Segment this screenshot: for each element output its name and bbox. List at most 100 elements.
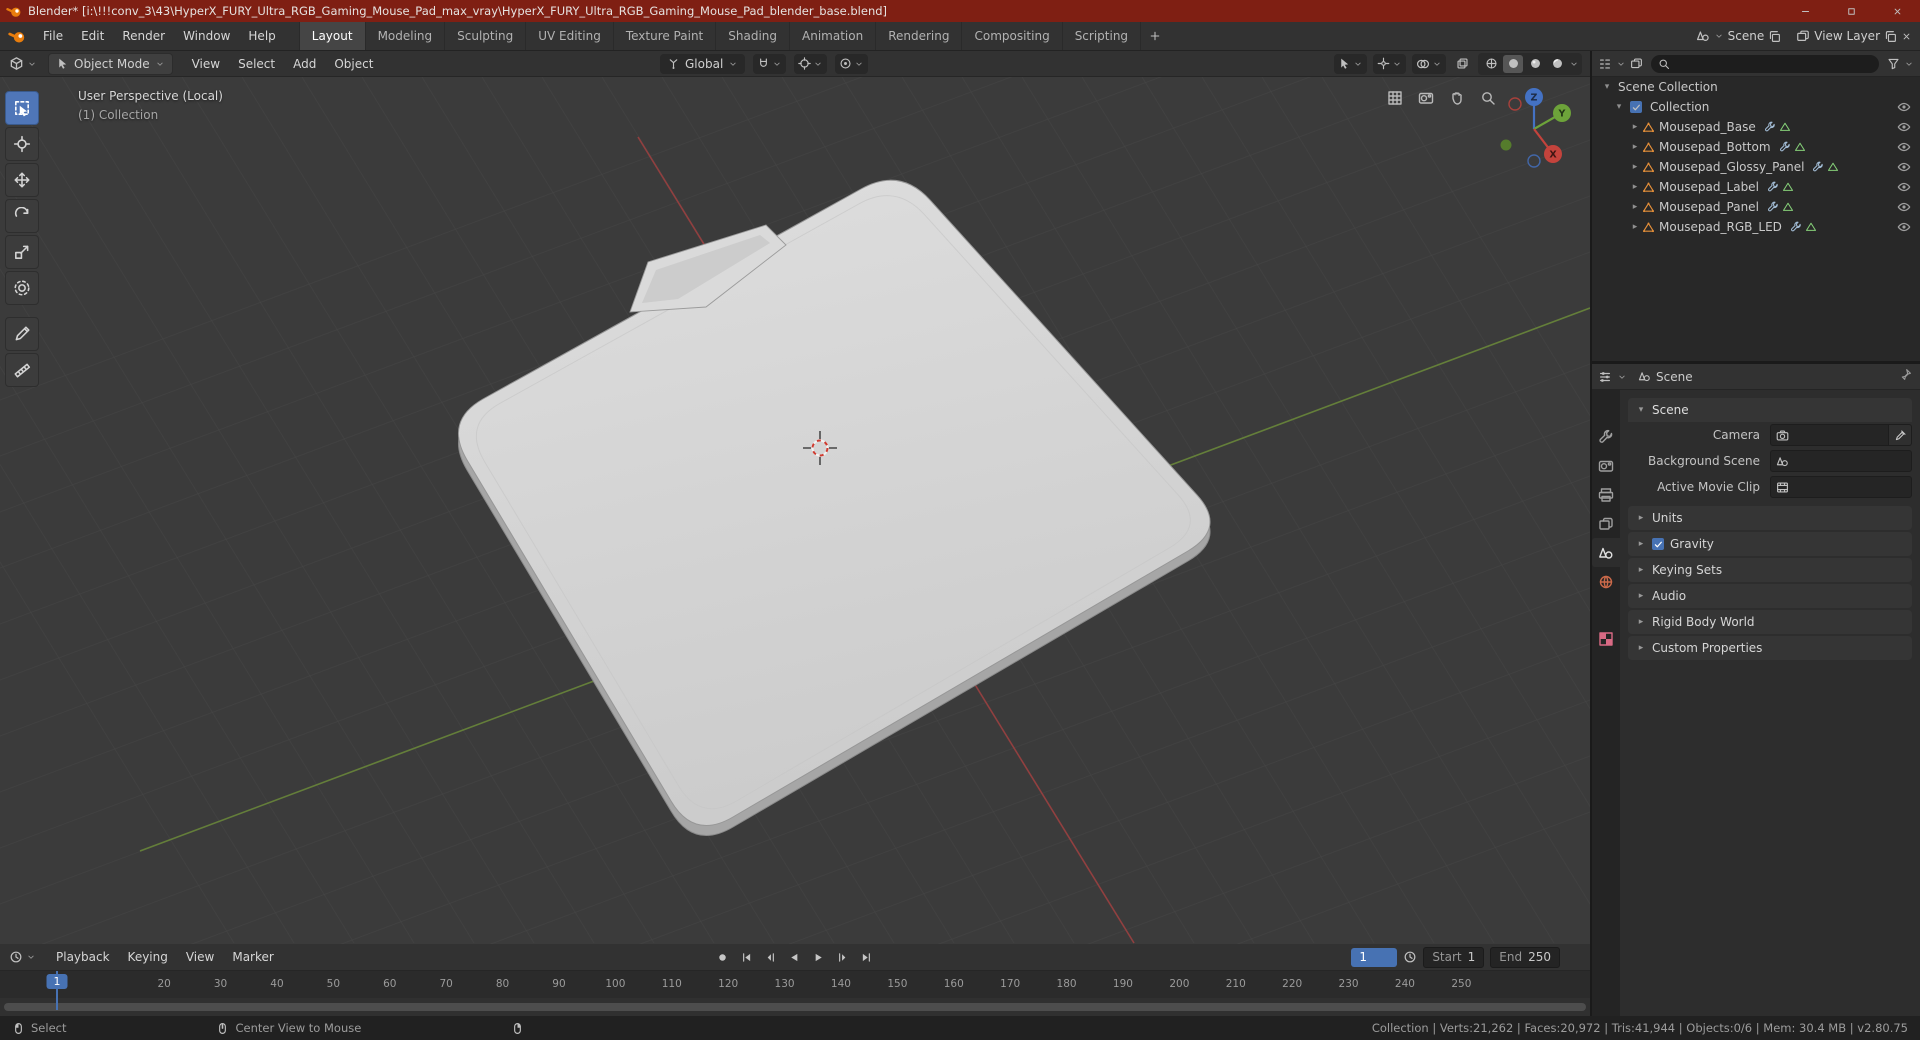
new-scene-icon[interactable] (1768, 30, 1781, 43)
viewport-menu-object[interactable]: Object (325, 52, 382, 76)
gravity-checkbox[interactable] (1652, 538, 1664, 550)
neg-z-axis-ball[interactable] (1527, 154, 1541, 168)
visibility-eye-icon[interactable] (1897, 100, 1911, 114)
timeline-menu-playback[interactable]: Playback (47, 945, 119, 969)
view-layer-name[interactable]: View Layer (1814, 29, 1880, 43)
menu-edit[interactable]: Edit (72, 24, 113, 48)
outliner-item-mousepad-glossy-panel[interactable]: ▸ Mousepad_Glossy_Panel (1592, 157, 1920, 177)
filter-icon[interactable] (1887, 57, 1900, 70)
gizmos-dropdown[interactable] (1373, 53, 1406, 74)
camera-view-icon[interactable] (1415, 87, 1437, 109)
panel-units[interactable]: ▸ Units (1628, 506, 1912, 530)
workspace-tab-sculpting[interactable]: Sculpting (445, 22, 527, 50)
viewport-3d-scene[interactable]: Z Y X (0, 77, 1590, 944)
selectability-dropdown[interactable] (1334, 53, 1367, 74)
menu-help[interactable]: Help (239, 24, 284, 48)
viewport-menu-view[interactable]: View (183, 52, 229, 76)
preview-range-icon[interactable] (1403, 950, 1417, 964)
remove-view-layer-icon[interactable] (1901, 31, 1912, 42)
pan-view-icon[interactable] (1446, 87, 1468, 109)
scene-name[interactable]: Scene (1728, 29, 1765, 43)
workspace-tab-texture-paint[interactable]: Texture Paint (614, 22, 717, 50)
proportional-edit-dropdown[interactable] (835, 53, 869, 74)
shading-material-button[interactable] (1525, 55, 1545, 73)
workspace-tab-scripting[interactable]: Scripting (1063, 22, 1142, 50)
timeline-menu-marker[interactable]: Marker (223, 945, 282, 969)
record-button[interactable] (712, 948, 732, 966)
play-button[interactable] (808, 948, 828, 966)
scale-tool-button[interactable] (5, 235, 39, 269)
properties-tab-view-layer[interactable] (1592, 509, 1620, 538)
jump-last-button[interactable] (856, 948, 876, 966)
visibility-eye-icon[interactable] (1897, 200, 1911, 214)
menu-render[interactable]: Render (113, 24, 174, 48)
chevron-down-icon[interactable] (1616, 59, 1626, 69)
viewport-menu-add[interactable]: Add (284, 52, 325, 76)
prev-keyframe-button[interactable] (760, 948, 780, 966)
search-input[interactable] (1674, 56, 1872, 71)
panel-gravity[interactable]: ▸ Gravity (1628, 532, 1912, 556)
timeline-editor-type-button[interactable] (4, 947, 41, 968)
editor-type-button[interactable] (4, 53, 42, 74)
end-frame-field[interactable]: End 250 (1490, 946, 1560, 968)
transform-tool-button[interactable] (5, 271, 39, 305)
timeline-ruler[interactable]: 20 30 40 50 60 70 80 90 100 110 120 130 140 150 160 170… (0, 971, 1590, 999)
workspace-tab-layout[interactable]: Layout (298, 22, 366, 50)
xray-toggle[interactable] (1452, 55, 1472, 73)
snap-toggle[interactable] (753, 53, 787, 74)
workspace-tab-rendering[interactable]: Rendering (876, 22, 963, 50)
navigation-gizmo[interactable]: Z Y X (1500, 88, 1572, 168)
chevron-down-icon[interactable] (1617, 372, 1627, 382)
visibility-eye-icon[interactable] (1897, 160, 1911, 174)
close-button[interactable] (1874, 0, 1920, 22)
next-keyframe-button[interactable] (832, 948, 852, 966)
timeline-track-area[interactable] (0, 998, 1590, 1016)
timeline-menu-keying[interactable]: Keying (119, 945, 177, 969)
properties-tab-tool[interactable] (1592, 422, 1620, 451)
shading-solid-button[interactable] (1503, 54, 1523, 73)
shading-rendered-button[interactable] (1547, 55, 1567, 73)
scene-selector[interactable]: Scene (1696, 29, 1782, 43)
collection-checkbox[interactable] (1630, 101, 1642, 113)
minimize-button[interactable] (1782, 0, 1828, 22)
neg-x-axis-ball[interactable] (1508, 97, 1522, 111)
panel-keying-sets[interactable]: ▸ Keying Sets (1628, 558, 1912, 582)
outliner-item-mousepad-base[interactable]: ▸ Mousepad_Base (1592, 117, 1920, 137)
workspace-tab-shading[interactable]: Shading (716, 22, 790, 50)
outliner-editor-icon[interactable] (1598, 57, 1612, 71)
expand-icon[interactable]: ▸ (1628, 202, 1642, 212)
outliner-collection-row[interactable]: ▾ Collection (1592, 97, 1920, 117)
expand-icon[interactable]: ▸ (1628, 182, 1642, 192)
timeline-menu-view[interactable]: View (177, 945, 223, 969)
background-scene-field[interactable] (1770, 450, 1912, 472)
playhead-badge[interactable]: 1 (46, 974, 68, 989)
collapse-icon[interactable]: ▾ (1600, 82, 1614, 92)
eyedropper-icon[interactable] (1889, 424, 1912, 446)
grid-ortho-icon[interactable] (1384, 87, 1406, 109)
outliner-search-field[interactable] (1651, 54, 1879, 73)
jump-first-button[interactable] (736, 948, 756, 966)
current-frame-field[interactable]: 1 (1351, 947, 1398, 967)
outliner-item-mousepad-label[interactable]: ▸ Mousepad_Label (1592, 177, 1920, 197)
properties-tab-texture[interactable] (1592, 624, 1620, 653)
expand-icon[interactable]: ▸ (1628, 222, 1642, 232)
visibility-eye-icon[interactable] (1897, 140, 1911, 154)
expand-icon[interactable]: ▸ (1628, 122, 1642, 132)
snap-target-dropdown[interactable] (794, 53, 828, 74)
pin-icon[interactable] (1899, 368, 1912, 381)
outliner-item-mousepad-rgb-led[interactable]: ▸ Mousepad_RGB_LED (1592, 217, 1920, 237)
display-mode-icon[interactable] (1630, 57, 1643, 70)
new-view-layer-icon[interactable] (1884, 30, 1897, 43)
menu-window[interactable]: Window (174, 24, 239, 48)
select-box-tool-button[interactable] (5, 91, 39, 125)
orientation-dropdown[interactable]: Global (660, 53, 746, 74)
cursor-tool-button[interactable] (5, 127, 39, 161)
properties-editor-icon[interactable] (1598, 370, 1612, 384)
maximize-button[interactable] (1828, 0, 1874, 22)
workspace-tab-animation[interactable]: Animation (790, 22, 877, 50)
properties-tab-scene[interactable] (1592, 538, 1620, 567)
play-reverse-button[interactable] (784, 948, 804, 966)
panel-custom-properties[interactable]: ▸ Custom Properties (1628, 636, 1912, 660)
move-tool-button[interactable] (5, 163, 39, 197)
mode-dropdown[interactable]: Object Mode (48, 52, 173, 75)
